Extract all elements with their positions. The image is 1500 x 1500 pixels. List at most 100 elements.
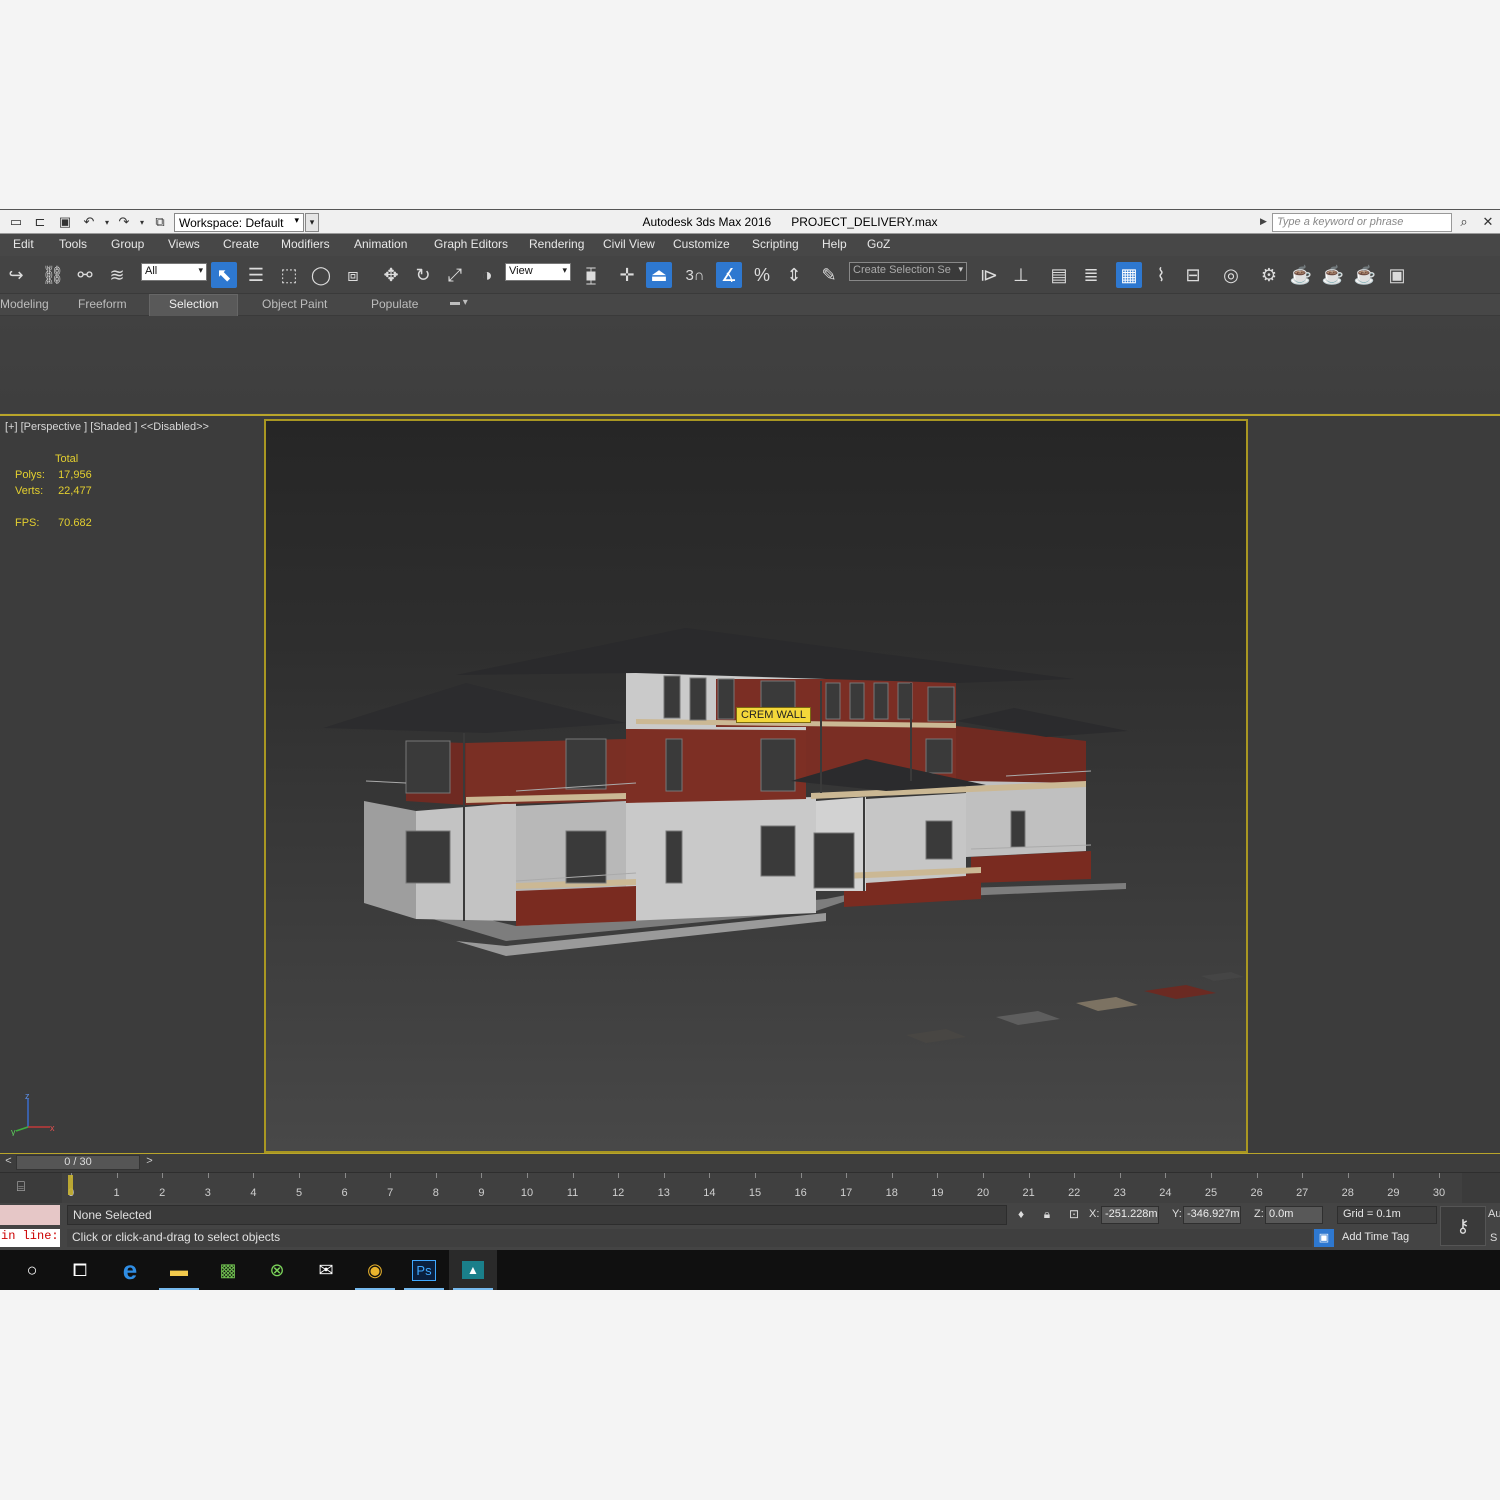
menu-create[interactable]: Create [223,237,259,251]
play-arrow-icon[interactable]: ▶ [1260,216,1267,227]
search-input[interactable]: Type a keyword or phrase [1272,213,1452,232]
angle-snap-icon[interactable]: ∡ [716,262,742,288]
render-production-icon[interactable]: ☕ [1320,262,1346,288]
time-cursor[interactable] [68,1175,73,1195]
menu-help[interactable]: Help [822,237,847,251]
next-frame-button[interactable]: > [143,1155,156,1170]
menu-goz[interactable]: GoZ [867,237,890,251]
workspace-dropdown[interactable]: Workspace: Default ▾ [174,213,304,232]
z-coordinate-field[interactable]: 0.0m [1265,1206,1323,1224]
new-file-icon[interactable]: ▭ [8,214,24,230]
isolate-selection-icon[interactable]: ♦ [1013,1207,1029,1223]
photoshop-icon[interactable]: Ps [400,1250,448,1290]
toggle-ribbon-icon[interactable]: ▦ [1116,262,1142,288]
save-icon[interactable]: ▣ [57,214,73,230]
schematic-view-icon[interactable]: ⊟ [1180,262,1206,288]
perspective-viewport[interactable]: CREM WALL [+] [Perspective ] [Shaded ] <… [0,414,1500,1154]
render-iterative-icon[interactable]: ☕ [1352,262,1378,288]
maxscript-listener[interactable] [0,1205,60,1225]
set-key-label[interactable]: S [1490,1232,1497,1244]
tab-modeling[interactable]: Modeling [0,297,49,311]
manipulate-icon[interactable]: ✛ [614,262,640,288]
3dsmax-icon[interactable]: ▲ [449,1250,497,1290]
material-editor-icon[interactable]: ◎ [1218,262,1244,288]
menu-animation[interactable]: Animation [354,237,407,251]
task-view-icon[interactable]: ⧠ [56,1250,104,1290]
previous-frame-button[interactable]: < [2,1155,15,1170]
viewport-label-menu[interactable]: [+] [Perspective ] [Shaded ] <<Disabled>… [5,421,209,433]
set-key-icon[interactable]: ⚷ [1440,1206,1486,1246]
percent-snap-icon[interactable]: % [749,262,775,288]
scene-explorer-icon[interactable]: ▤ [1046,262,1072,288]
x-coordinate-field[interactable]: -251.228m [1101,1206,1159,1224]
quick-access-menu-button[interactable]: ▾ [305,213,319,232]
reference-coordinate-dropdown[interactable]: View ▾ [505,263,571,281]
xbox-icon[interactable]: ⊗ [253,1250,301,1290]
menu-views[interactable]: Views [168,237,200,251]
menu-group[interactable]: Group [111,237,144,251]
menu-edit[interactable]: Edit [13,237,34,251]
tab-selection[interactable]: Selection [169,297,218,311]
select-by-name-icon[interactable]: ☰ [243,262,269,288]
redo-icon[interactable]: ↷ [116,214,132,230]
named-selection-set-dropdown[interactable]: Create Selection Se ▾ [849,262,967,281]
menu-customize[interactable]: Customize [673,237,730,251]
menu-scripting[interactable]: Scripting [752,237,799,251]
ribbon-options-icon[interactable]: ▬ ▾ [450,297,468,308]
window-crossing-icon[interactable]: ◯ [308,262,334,288]
menu-civil-view[interactable]: Civil View [603,237,655,251]
bind-space-warp-icon[interactable]: ≋ [104,262,130,288]
rectangular-selection-icon[interactable]: ⬚ [276,262,302,288]
tab-object-paint[interactable]: Object Paint [262,297,327,311]
snaps-toggle-icon[interactable]: 3 ∩ [682,262,708,288]
curve-editor-mini-icon[interactable]: ⌸ [10,1178,32,1198]
menu-tools[interactable]: Tools [59,237,87,251]
selection-filter-dropdown[interactable]: All ▾ [141,263,207,281]
menu-rendering[interactable]: Rendering [529,237,584,251]
unlink-icon[interactable]: ⚯ [72,262,98,288]
menu-graph-editors[interactable]: Graph Editors [434,237,508,251]
edge-icon[interactable]: e [106,1250,154,1290]
binoculars-icon[interactable]: ⌕ [1456,214,1472,230]
file-explorer-icon[interactable]: ▬ [155,1250,203,1290]
select-and-place-icon[interactable]: ◑ [474,262,500,288]
layer-manager-icon[interactable]: ≣ [1078,262,1104,288]
rendered-frame-window-icon[interactable]: ☕ [1288,262,1314,288]
cortana-icon[interactable]: ○ [8,1250,56,1290]
render-setup-icon[interactable]: ⚙ [1256,262,1282,288]
align-icon[interactable]: ⊥ [1008,262,1034,288]
selection-lock-icon[interactable]: 🔒︎ [1039,1207,1055,1223]
auto-key-label[interactable]: Au [1488,1208,1500,1220]
tab-freeform[interactable]: Freeform [78,297,127,311]
chrome-icon[interactable]: ◉ [351,1250,399,1290]
paint-selection-icon[interactable]: ⧈ [340,262,366,288]
keyboard-shortcut-override-icon[interactable]: ⏏ [646,262,672,288]
redo-dropdown-icon[interactable]: ▾ [134,214,150,230]
render-gallery-icon[interactable]: ▣ [1384,262,1410,288]
edit-named-selection-icon[interactable]: ✎ [816,262,842,288]
select-and-move-icon[interactable]: ✥ [378,262,404,288]
select-and-scale-icon[interactable]: ⤢ [442,262,468,288]
time-tag-icon[interactable]: ▣ [1314,1229,1334,1247]
mail-icon[interactable]: ✉ [302,1250,350,1290]
redo-arrow-icon[interactable]: ↪ [3,262,29,288]
frame-ruler[interactable]: 0123456789101112131415161718192021222324… [62,1173,1462,1204]
curve-editor-icon[interactable]: ⌇ [1148,262,1174,288]
undo-icon[interactable]: ↶ [81,214,97,230]
project-folder-icon[interactable]: ⧉ [152,214,168,230]
maxscript-mini-listener[interactable]: in line: [0,1229,60,1247]
building-model[interactable] [266,421,1246,1151]
undo-dropdown-icon[interactable]: ▾ [99,214,115,230]
y-coordinate-field[interactable]: -346.927m [1183,1206,1241,1224]
tab-populate[interactable]: Populate [371,297,418,311]
add-time-tag-button[interactable]: Add Time Tag [1342,1231,1409,1243]
spinner-snap-icon[interactable]: ⇕ [781,262,807,288]
select-and-rotate-icon[interactable]: ↻ [410,262,436,288]
menu-modifiers[interactable]: Modifiers [281,237,330,251]
absolute-mode-icon[interactable]: ⊡ [1066,1207,1082,1223]
mirror-icon[interactable]: ⧐ [976,262,1002,288]
photos-icon[interactable]: ▩ [204,1250,252,1290]
select-and-link-icon[interactable]: ⛓ [40,262,66,288]
communication-icon[interactable]: ✕ [1480,214,1496,230]
time-slider-thumb[interactable]: 0 / 30 [16,1155,140,1170]
